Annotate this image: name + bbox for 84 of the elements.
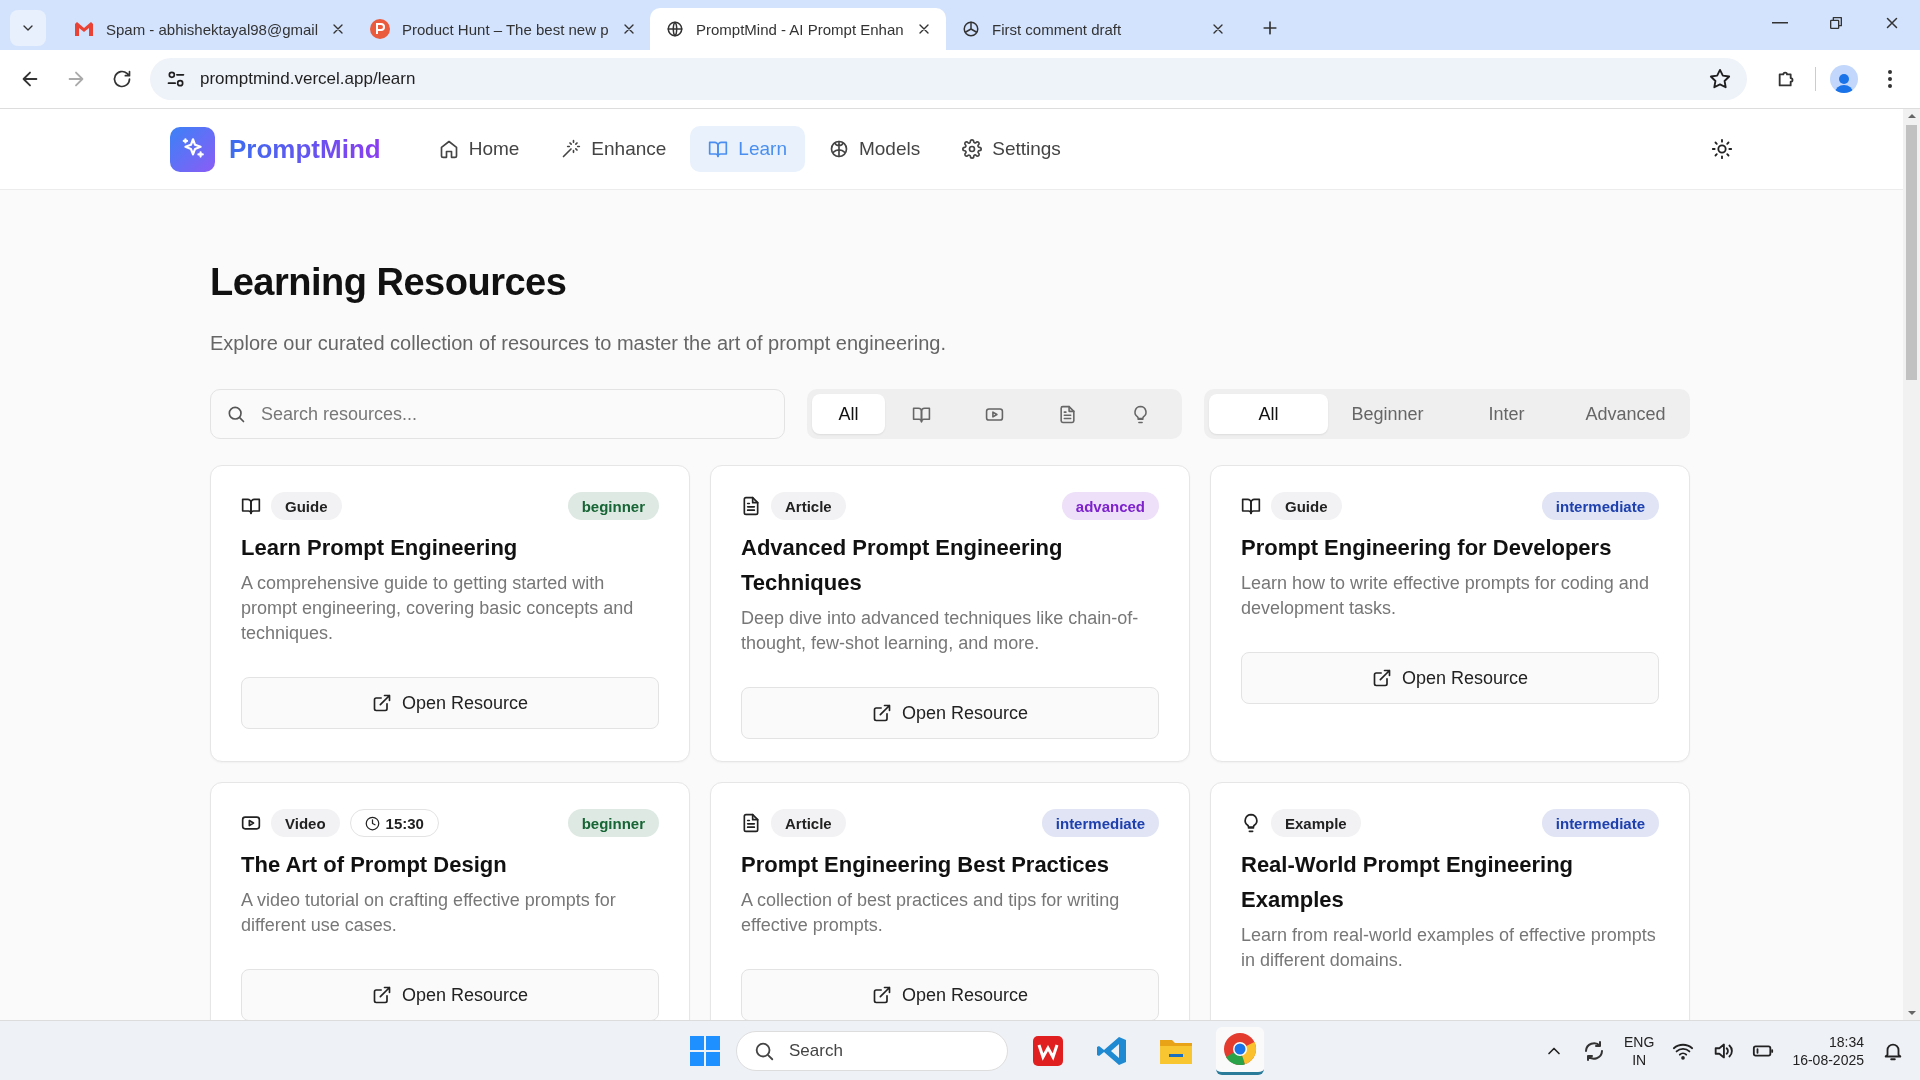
level-badge: intermediate — [1541, 492, 1659, 520]
windows-logo-icon[interactable] — [690, 1035, 720, 1066]
nav-link[interactable]: Enhance — [543, 126, 685, 172]
document-icon — [1058, 404, 1077, 424]
taskbar-search[interactable]: Search — [736, 1030, 1008, 1071]
type-badge: Article — [771, 492, 846, 520]
type-filter-tab[interactable]: All — [812, 394, 885, 434]
minimize-icon — [1772, 22, 1788, 24]
page-heading: Learning Resources — [210, 260, 568, 304]
open-resource-button[interactable]: Open Resource — [241, 969, 659, 1020]
browser-tab[interactable]: Spam - abhishektayal98@gmail — [58, 8, 354, 50]
resource-title: Learn Prompt Engineering — [241, 534, 519, 562]
lightbulb-icon — [1131, 404, 1150, 424]
resource-title: Real-World Prompt Engineering Examples — [1241, 851, 1575, 914]
address-bar[interactable]: promptmind.vercel.app/learn — [150, 58, 1747, 100]
browser-tab[interactable]: Product Hunt – The best new p — [354, 8, 650, 50]
level-badge: beginner — [567, 809, 659, 837]
resource-title: Prompt Engineering for Developers — [1241, 534, 1613, 562]
external-link-icon — [1371, 668, 1392, 688]
sun-icon — [1711, 138, 1733, 160]
external-link-icon — [871, 985, 892, 1005]
more-icon — [1888, 70, 1892, 88]
resource-description: A video tutorial on crafting effective prompts for different use cases. — [241, 889, 617, 937]
book-icon — [241, 496, 261, 516]
open-resource-button[interactable]: Open Resource — [241, 677, 659, 729]
level-badge: beginner — [567, 492, 659, 520]
avatar-icon — [1830, 65, 1858, 93]
resource-description: Deep dive into advanced techniques like chain-of-thought, few-shot learning, and more. — [741, 607, 1140, 655]
site-settings-icon — [166, 69, 186, 89]
star-icon — [1709, 68, 1731, 90]
browser-icon[interactable] — [1216, 1026, 1264, 1075]
search-icon — [226, 404, 246, 424]
resource-description: A comprehensive guide to getting started with prompt engineering, covering basic concepts and techniques. — [241, 572, 635, 645]
video-icon — [241, 813, 261, 833]
open-resource-button[interactable]: Open Resource — [741, 969, 1159, 1020]
external-link-icon — [371, 693, 392, 713]
type-badge: Example — [1271, 809, 1361, 837]
nav-link[interactable]: Models — [810, 126, 939, 172]
level-filter-tab[interactable]: Inter — [1447, 394, 1566, 434]
page-subtitle: Explore our curated collection of resources to master the art of prompt engineering. — [210, 332, 947, 355]
clock-icon — [364, 815, 380, 831]
book-icon — [708, 139, 729, 159]
book-icon — [1241, 496, 1261, 516]
resource-title: Advanced Prompt Engineering Techniques — [741, 534, 1064, 597]
open-resource-button[interactable]: Open Resource — [1241, 652, 1659, 704]
resource-description: Learn how to write effective prompts for coding and development tasks. — [1241, 572, 1650, 620]
level-filter-tab[interactable]: All — [1209, 394, 1328, 434]
clock[interactable]: 18:34 16-08-2025 — [1792, 1032, 1864, 1069]
resource-description: Learn from real-world examples of effective prompts in different domains. — [1241, 924, 1657, 972]
browser-tab[interactable]: PromptMind - AI Prompt Enhan — [650, 8, 946, 50]
resource-title: The Art of Prompt Design — [241, 851, 508, 879]
house-icon — [438, 139, 459, 159]
level-badge: intermediate — [1541, 809, 1659, 837]
circle-letter-icon — [370, 19, 390, 39]
book-icon — [912, 404, 931, 424]
restore-icon — [1828, 15, 1844, 31]
duration-badge: 15:30 — [349, 809, 439, 837]
globe-icon — [666, 20, 684, 38]
type-badge: Video — [271, 809, 340, 837]
lightbulb-icon — [1241, 813, 1261, 833]
level-badge: intermediate — [1041, 809, 1159, 837]
language-indicator[interactable]: ENG IN — [1624, 1032, 1655, 1069]
settings-icon — [962, 139, 983, 159]
external-link-icon — [871, 703, 892, 723]
document-icon — [741, 813, 761, 833]
level-filter-tab[interactable]: Advanced — [1566, 394, 1685, 434]
nav-link[interactable]: Settings — [944, 126, 1079, 172]
document-icon — [741, 496, 761, 516]
level-filter-tab[interactable]: Beginner — [1328, 394, 1447, 434]
nav-link[interactable]: Home — [420, 126, 538, 172]
wand-icon — [561, 139, 582, 159]
search-field[interactable]: Search resources... — [210, 389, 785, 439]
open-resource-button[interactable]: Open Resource — [741, 687, 1159, 739]
reload-icon — [112, 69, 132, 89]
resource-description: A collection of best practices and tips for writing effective prompts. — [741, 889, 1121, 937]
type-badge: Guide — [1271, 492, 1342, 520]
type-badge: Guide — [271, 492, 342, 520]
mail-icon — [74, 21, 94, 37]
external-link-icon — [371, 985, 392, 1005]
browser-tab[interactable]: First comment draft — [946, 8, 1242, 50]
level-badge: advanced — [1061, 492, 1159, 520]
resource-title: Prompt Engineering Best Practices — [741, 851, 1110, 879]
scrollbar-thumb[interactable] — [1906, 125, 1917, 380]
type-badge: Article — [771, 809, 846, 837]
